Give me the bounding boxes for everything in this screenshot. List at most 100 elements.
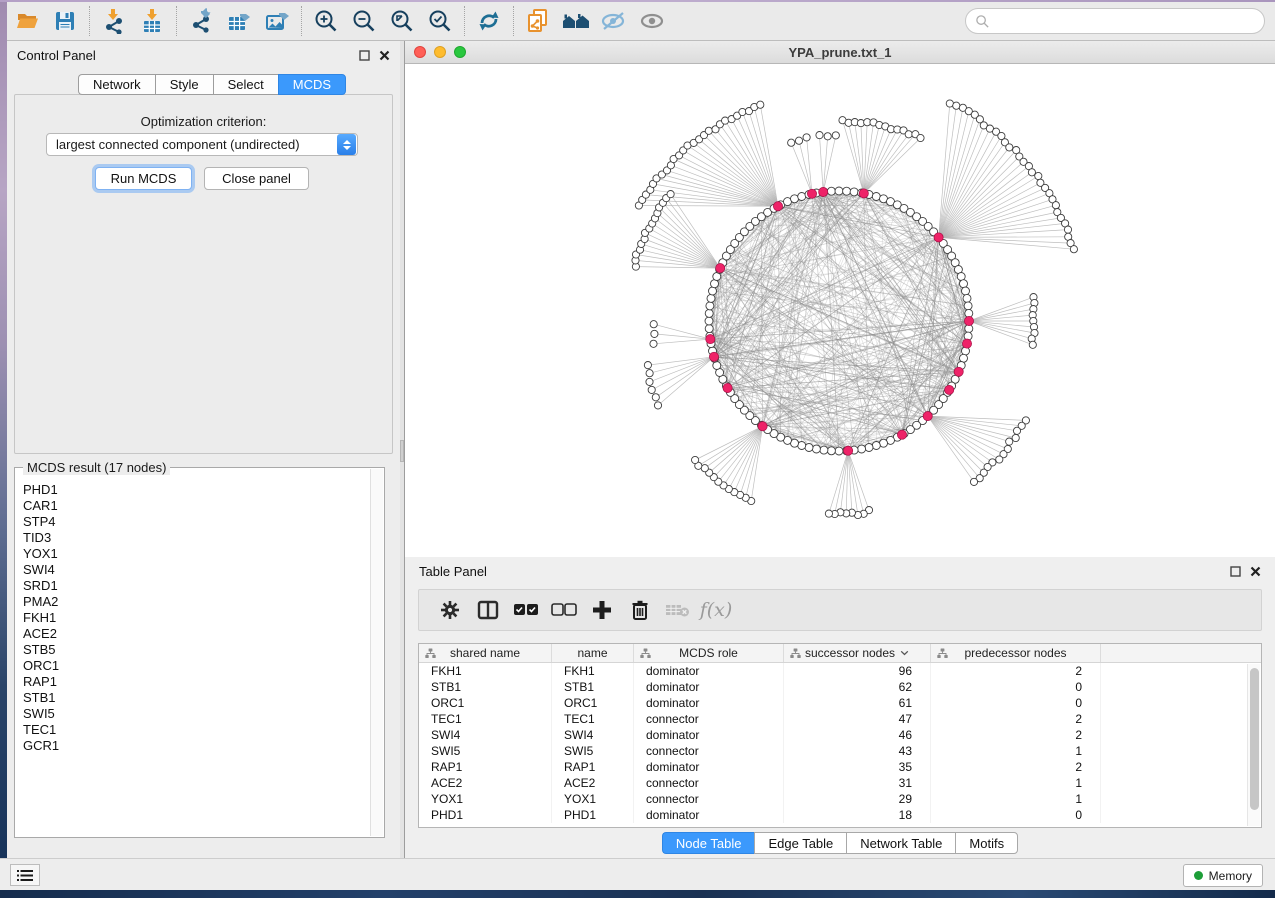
table-row[interactable]: TEC1TEC1connector472 [419,711,1261,727]
mcds-result-item[interactable]: SWI5 [23,706,370,722]
table-cell[interactable]: 1 [931,743,1101,759]
table-cell[interactable]: connector [634,743,784,759]
table-row[interactable]: FKH1FKH1dominator962 [419,663,1261,679]
zoom-in-icon[interactable] [307,6,345,36]
table-cell[interactable]: 96 [784,663,931,679]
column-header-MCDS-role[interactable]: MCDS role [634,644,784,662]
table-cell[interactable]: 1 [931,775,1101,791]
hide-graphics-details-icon[interactable] [595,6,633,36]
delete-table-icon[interactable] [659,593,697,627]
table-cell[interactable]: ORC1 [419,695,552,711]
refresh-layout-icon[interactable] [470,6,508,36]
table-cell[interactable]: 1 [931,791,1101,807]
table-cell[interactable]: connector [634,791,784,807]
table-cell[interactable]: 18 [784,807,931,823]
table-cell[interactable]: SWI5 [419,743,552,759]
run-mcds-button[interactable]: Run MCDS [95,167,192,190]
close-panel-icon[interactable] [379,50,390,61]
table-cell[interactable]: dominator [634,679,784,695]
table-cell[interactable]: 46 [784,727,931,743]
toggle-column-pane-icon[interactable] [469,593,507,627]
close-panel-button[interactable]: Close panel [204,167,309,190]
tab-select[interactable]: Select [213,74,278,95]
table-cell[interactable]: dominator [634,727,784,743]
network-canvas[interactable] [405,64,1275,557]
table-cell[interactable]: 0 [931,679,1101,695]
table-cell[interactable]: ACE2 [552,775,634,791]
import-table-icon[interactable] [133,6,171,36]
mcds-result-item[interactable]: STB1 [23,690,370,706]
mcds-result-item[interactable]: SRD1 [23,578,370,594]
mcds-result-item[interactable]: TEC1 [23,722,370,738]
tab-mcds[interactable]: MCDS [278,74,346,95]
table-cell[interactable]: 0 [931,695,1101,711]
table-cell[interactable]: 2 [931,663,1101,679]
mcds-result-item[interactable]: FKH1 [23,610,370,626]
mcds-result-item[interactable]: PMA2 [23,594,370,610]
mcds-result-item[interactable]: STB5 [23,642,370,658]
duplicate-network-icon[interactable] [519,6,557,36]
table-cell[interactable]: 2 [931,759,1101,775]
mcds-result-item[interactable]: SWI4 [23,562,370,578]
table-cell[interactable]: dominator [634,695,784,711]
table-cell[interactable]: 35 [784,759,931,775]
column-header-predecessor-nodes[interactable]: predecessor nodes [931,644,1101,662]
search-input[interactable] [965,8,1265,34]
table-cell[interactable]: dominator [634,807,784,823]
column-header-successor-nodes[interactable]: successor nodes [784,644,931,662]
settings-gear-icon[interactable] [431,593,469,627]
mcds-result-item[interactable]: TID3 [23,530,370,546]
zoom-selected-icon[interactable] [421,6,459,36]
mcds-result-item[interactable]: ORC1 [23,658,370,674]
table-cell[interactable]: 2 [931,727,1101,743]
table-cell[interactable]: dominator [634,759,784,775]
table-cell[interactable]: 29 [784,791,931,807]
memory-button[interactable]: Memory [1183,864,1263,887]
table-cell[interactable]: connector [634,775,784,791]
table-cell[interactable]: 2 [931,711,1101,727]
network-window-titlebar[interactable]: YPA_prune.txt_1 [405,41,1275,64]
table-cell[interactable]: 47 [784,711,931,727]
delete-column-icon[interactable] [621,593,659,627]
mcds-result-item[interactable]: RAP1 [23,674,370,690]
import-network-icon[interactable] [95,6,133,36]
mcds-result-item[interactable]: ACE2 [23,626,370,642]
table-cell[interactable]: STB1 [552,679,634,695]
export-network-icon[interactable] [182,6,220,36]
table-row[interactable]: PHD1PHD1dominator180 [419,807,1261,823]
optimization-criterion-select[interactable]: largest connected component (undirected) [46,133,358,156]
tab-style[interactable]: Style [155,74,213,95]
mcds-result-item[interactable]: GCR1 [23,738,370,754]
table-scrollbar-thumb[interactable] [1250,668,1259,810]
table-cell[interactable]: STB1 [419,679,552,695]
float-panel-icon[interactable] [1230,566,1241,577]
table-cell[interactable]: TEC1 [552,711,634,727]
splitter-grip[interactable] [400,440,404,462]
vertical-splitter[interactable] [400,41,405,858]
table-row[interactable]: ACE2ACE2connector311 [419,775,1261,791]
table-cell[interactable]: PHD1 [552,807,634,823]
table-cell[interactable]: 61 [784,695,931,711]
table-cell[interactable]: SWI5 [552,743,634,759]
task-history-button[interactable] [10,864,40,886]
table-row[interactable]: SWI5SWI5connector431 [419,743,1261,759]
table-scrollbar[interactable] [1247,664,1260,826]
mcds-result-list[interactable]: PHD1CAR1STP4TID3YOX1SWI4SRD1PMA2FKH1ACE2… [16,469,370,836]
deselect-all-rows-icon[interactable] [545,593,583,627]
table-cell[interactable]: connector [634,711,784,727]
table-cell[interactable]: YOX1 [552,791,634,807]
table-cell[interactable]: ORC1 [552,695,634,711]
first-neighbors-icon[interactable] [557,6,595,36]
table-cell[interactable]: RAP1 [419,759,552,775]
zoom-out-icon[interactable] [345,6,383,36]
tab-edge-table[interactable]: Edge Table [754,832,846,854]
close-panel-icon[interactable] [1250,566,1261,577]
export-image-icon[interactable] [258,6,296,36]
open-file-icon[interactable] [8,6,46,36]
mcds-result-scrollbar[interactable] [370,469,383,836]
mcds-result-item[interactable]: STP4 [23,514,370,530]
add-column-icon[interactable] [583,593,621,627]
export-table-icon[interactable] [220,6,258,36]
table-cell[interactable]: SWI4 [552,727,634,743]
table-cell[interactable]: SWI4 [419,727,552,743]
